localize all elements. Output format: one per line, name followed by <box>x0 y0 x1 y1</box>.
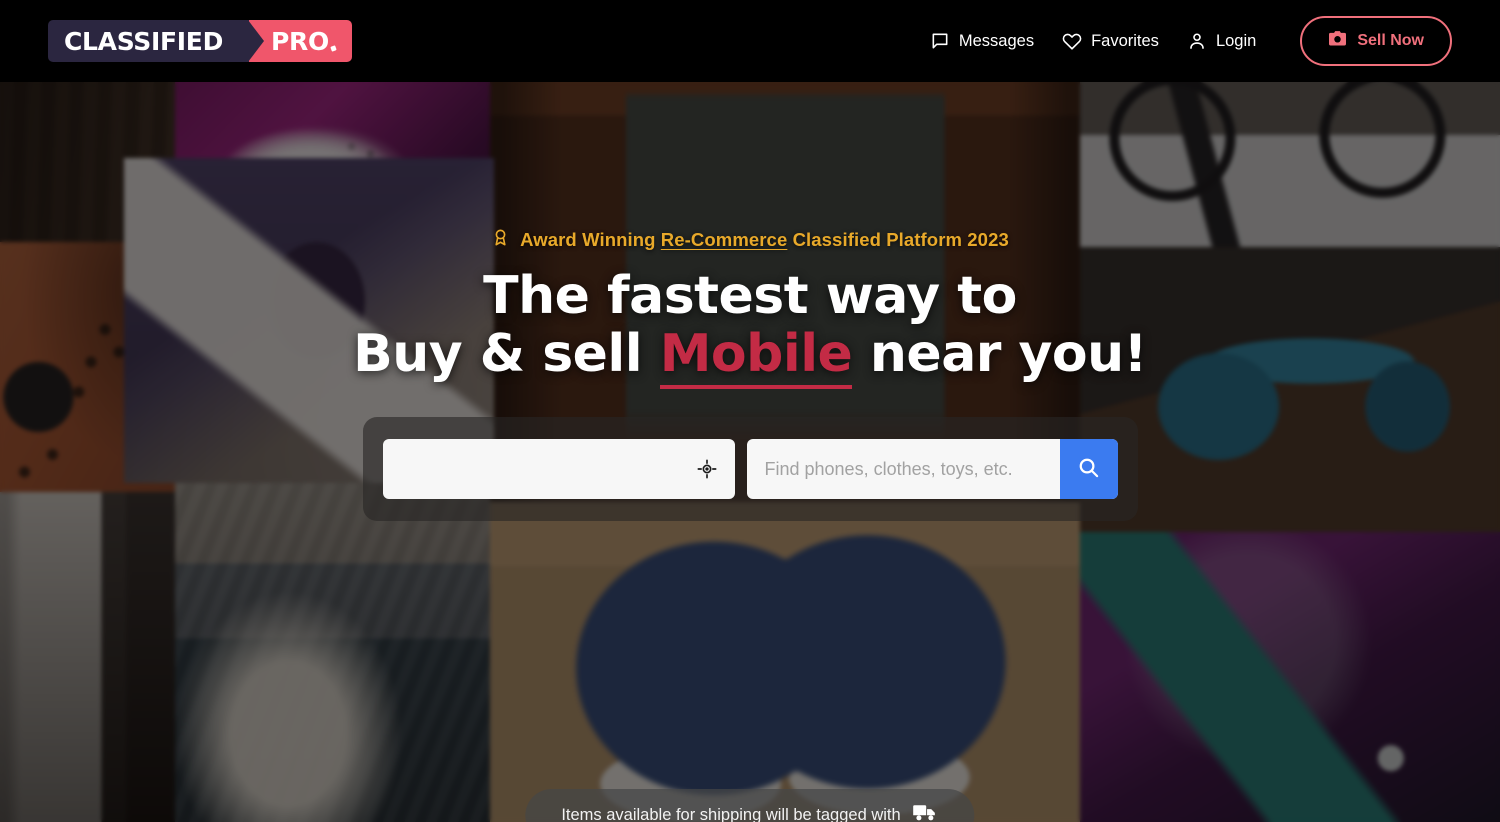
award-text-link[interactable]: Re-Commerce <box>661 229 788 250</box>
headline-suffix: near you! <box>852 323 1147 384</box>
search-submit-button[interactable] <box>1059 439 1118 500</box>
nav-label-messages: Messages <box>958 31 1035 50</box>
award-text-after: Classified Platform 2023 <box>787 229 1009 250</box>
award-medal-icon <box>491 228 510 252</box>
shipping-notice-text: Items available for shipping will be tag… <box>561 806 901 822</box>
hero-content: Award Winning Re-Commerce Classified Pla… <box>0 82 1500 822</box>
logo-text-classified: CLASSIFIED <box>64 26 224 56</box>
nav-item-messages[interactable]: Messages <box>930 31 1034 51</box>
headline-line-2: Buy & sell Mobile near you! <box>353 323 1147 389</box>
headline-prefix: Buy & sell <box>353 323 660 384</box>
headline-accent-word: Mobile <box>659 323 853 389</box>
logo-dot-icon <box>330 45 337 52</box>
logo-left-block: CLASSIFIED <box>48 20 265 62</box>
nav-item-favorites[interactable]: Favorites <box>1062 31 1159 51</box>
search-magnifier-icon <box>1077 456 1100 482</box>
hero-headline: The fastest way to Buy & sell Mobile nea… <box>353 266 1147 389</box>
headline-line-1: The fastest way to <box>483 266 1017 326</box>
sell-now-button[interactable]: Sell Now <box>1300 16 1452 66</box>
award-text-before: Award Winning <box>520 229 661 250</box>
camera-icon <box>1328 30 1347 52</box>
query-field-wrapper[interactable] <box>746 439 1118 500</box>
sell-now-label: Sell Now <box>1357 32 1424 49</box>
location-input[interactable] <box>400 459 697 480</box>
hero-search-bar <box>362 417 1138 522</box>
message-bubble-icon <box>930 31 950 51</box>
logo-text-pro: PRO <box>271 26 329 56</box>
header-nav: Messages Favorites Login Sell Now <box>930 16 1452 66</box>
location-field-wrapper[interactable] <box>382 439 735 500</box>
delivery-truck-icon <box>913 803 939 822</box>
gps-crosshair-icon[interactable] <box>697 459 717 479</box>
logo-right-block: PRO <box>249 20 352 62</box>
page-root: CLASSIFIED PRO Messages Favorites Login … <box>0 0 1500 822</box>
nav-label-login: Login <box>1215 31 1257 50</box>
search-input[interactable] <box>746 439 1060 500</box>
award-badge: Award Winning Re-Commerce Classified Pla… <box>491 228 1009 252</box>
heart-icon <box>1062 31 1082 51</box>
shipping-notice-bar: Items available for shipping will be tag… <box>525 789 975 822</box>
user-icon <box>1187 31 1207 51</box>
site-header: CLASSIFIED PRO Messages Favorites Login … <box>0 0 1500 82</box>
nav-label-favorites: Favorites <box>1091 31 1159 50</box>
site-logo[interactable]: CLASSIFIED PRO <box>48 20 352 62</box>
nav-item-login[interactable]: Login <box>1187 31 1256 51</box>
award-badge-text: Award Winning Re-Commerce Classified Pla… <box>520 229 1009 251</box>
